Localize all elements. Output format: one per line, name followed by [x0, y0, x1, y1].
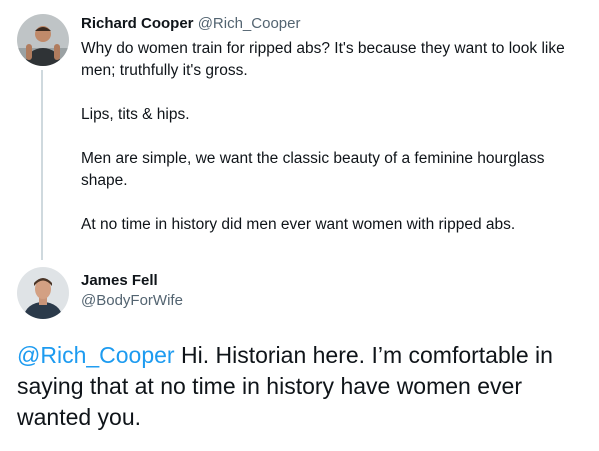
reply-tweet-text: @Rich_Cooper Hi. Historian here. I’m com… — [17, 340, 587, 433]
tweet-paragraph: Why do women train for ripped abs? It's … — [81, 40, 565, 79]
user-avatar-icon — [17, 14, 69, 66]
james-fell-avatar[interactable] — [17, 267, 69, 319]
tweet-thread: Richard Cooper @Rich_Cooper Why do women… — [0, 0, 599, 451]
tweet-paragraph: Lips, tits & hips. — [81, 106, 190, 123]
reply-author-display-name[interactable]: James Fell — [81, 271, 183, 291]
mention-link[interactable]: @Rich_Cooper — [17, 342, 175, 368]
user-avatar-icon — [17, 267, 69, 319]
reply-author-handle[interactable]: @BodyForWife — [81, 291, 183, 311]
tweet-text: Why do women train for ripped abs? It's … — [81, 38, 586, 236]
richard-cooper-avatar[interactable] — [17, 14, 69, 66]
author-display-name[interactable]: Richard Cooper — [81, 15, 194, 32]
tweet-paragraph: At no time in history did men ever want … — [81, 216, 516, 233]
tweet-paragraph: Men are simple, we want the classic beau… — [81, 150, 545, 189]
author-handle[interactable]: @Rich_Cooper — [198, 15, 301, 32]
tweet-header: Richard Cooper @Rich_Cooper — [81, 14, 586, 34]
thread-connector-line — [41, 70, 43, 260]
reply-author[interactable]: James Fell @BodyForWife — [81, 271, 183, 311]
original-tweet[interactable]: Richard Cooper @Rich_Cooper Why do women… — [81, 14, 586, 236]
